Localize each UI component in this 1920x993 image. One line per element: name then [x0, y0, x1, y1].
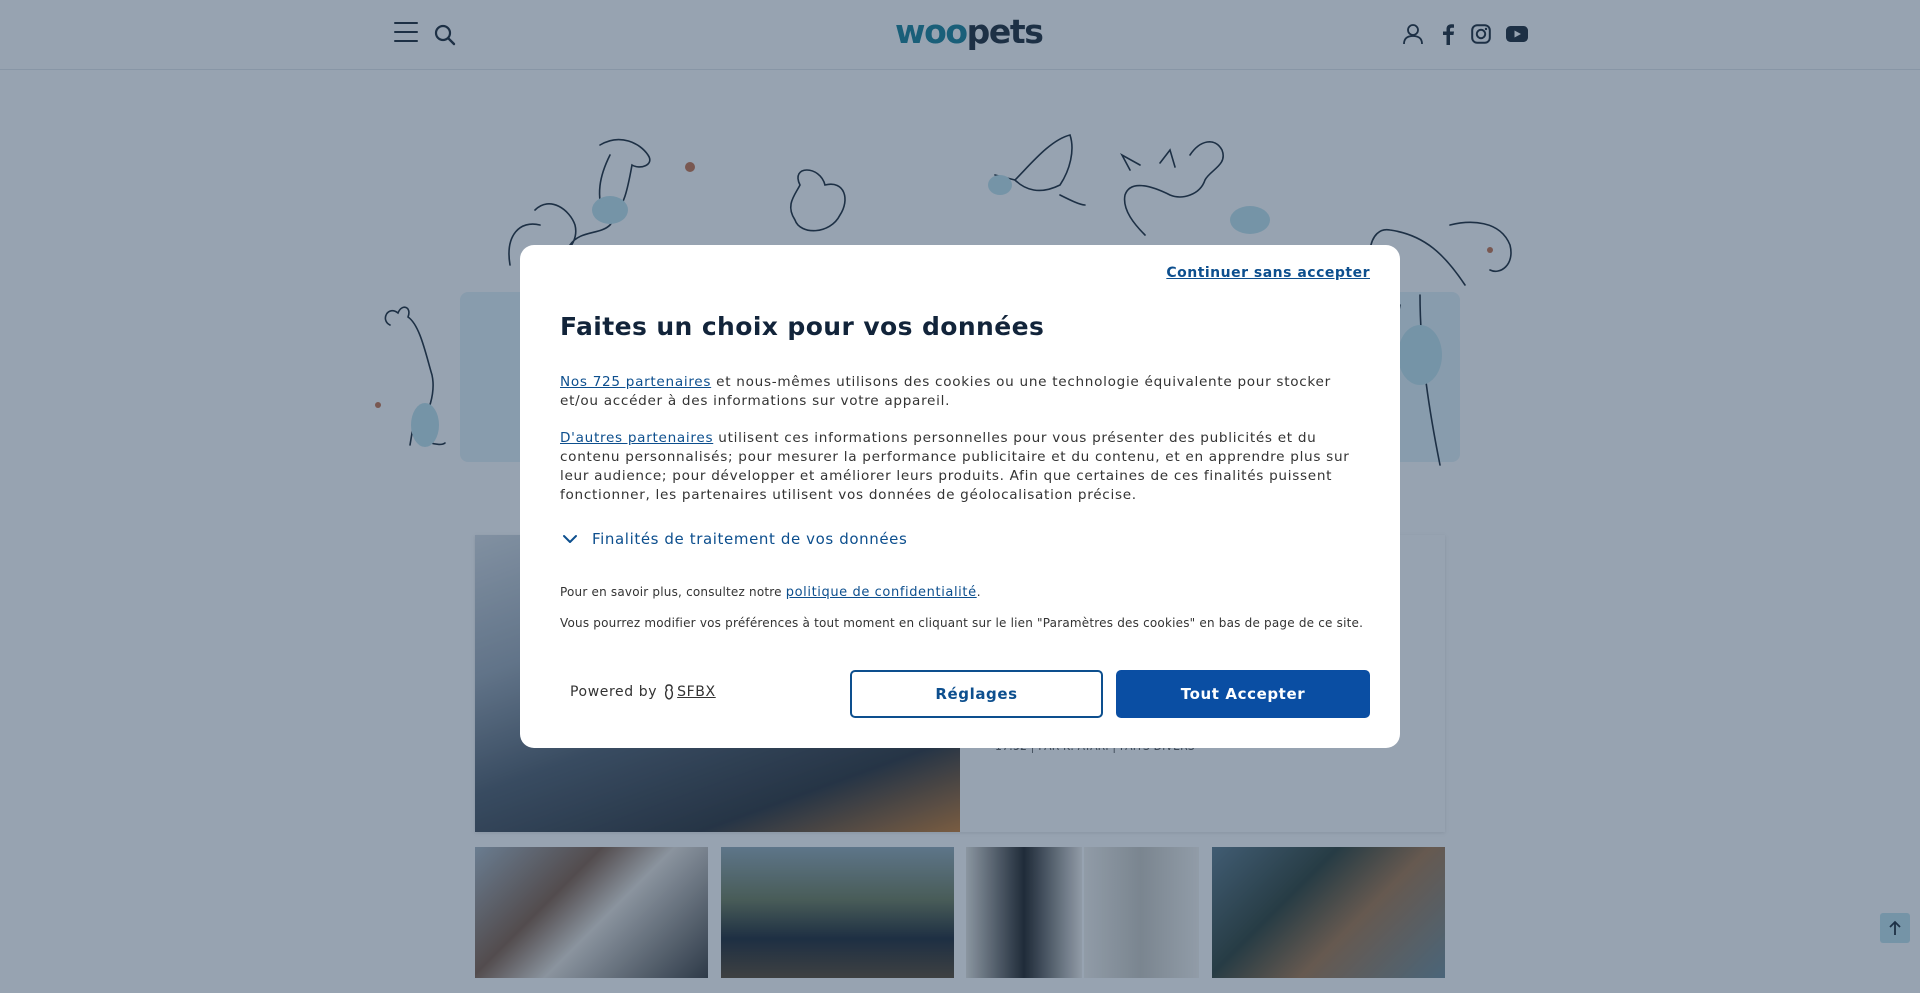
- privacy-policy-note: Pour en savoir plus, consultez notre pol…: [560, 585, 981, 600]
- consent-paragraph-other-partners: D'autres partenaires utilisent ces infor…: [560, 429, 1370, 505]
- cookie-consent-dialog: Continuer sans accepter Faites un choix …: [520, 245, 1400, 748]
- sfbx-logo-icon: [665, 684, 674, 700]
- privacy-prefix: Pour en savoir plus, consultez notre: [560, 585, 786, 599]
- chevron-down-icon: [563, 535, 577, 543]
- sfbx-link[interactable]: SFBX: [677, 684, 716, 700]
- consent-title: Faites un choix pour vos données: [560, 312, 1045, 341]
- privacy-suffix: .: [976, 585, 981, 599]
- preferences-note: Vous pourrez modifier vos préférences à …: [560, 616, 1364, 630]
- accept-all-button[interactable]: Tout Accepter: [1116, 670, 1370, 718]
- continue-without-accepting-link[interactable]: Continuer sans accepter: [1166, 265, 1370, 281]
- powered-by: Powered by SFBX: [570, 684, 716, 700]
- consent-paragraph-partners: Nos 725 partenaires et nous-mêmes utilis…: [560, 373, 1370, 411]
- partners-link[interactable]: Nos 725 partenaires: [560, 374, 711, 390]
- powered-by-label: Powered by: [570, 684, 658, 700]
- processing-purposes-accordion[interactable]: Finalités de traitement de vos données: [560, 528, 907, 550]
- settings-button[interactable]: Réglages: [850, 670, 1103, 718]
- accordion-label: Finalités de traitement de vos données: [592, 530, 908, 548]
- other-partners-link[interactable]: D'autres partenaires: [560, 430, 713, 446]
- privacy-policy-link[interactable]: politique de confidentialité: [786, 585, 977, 600]
